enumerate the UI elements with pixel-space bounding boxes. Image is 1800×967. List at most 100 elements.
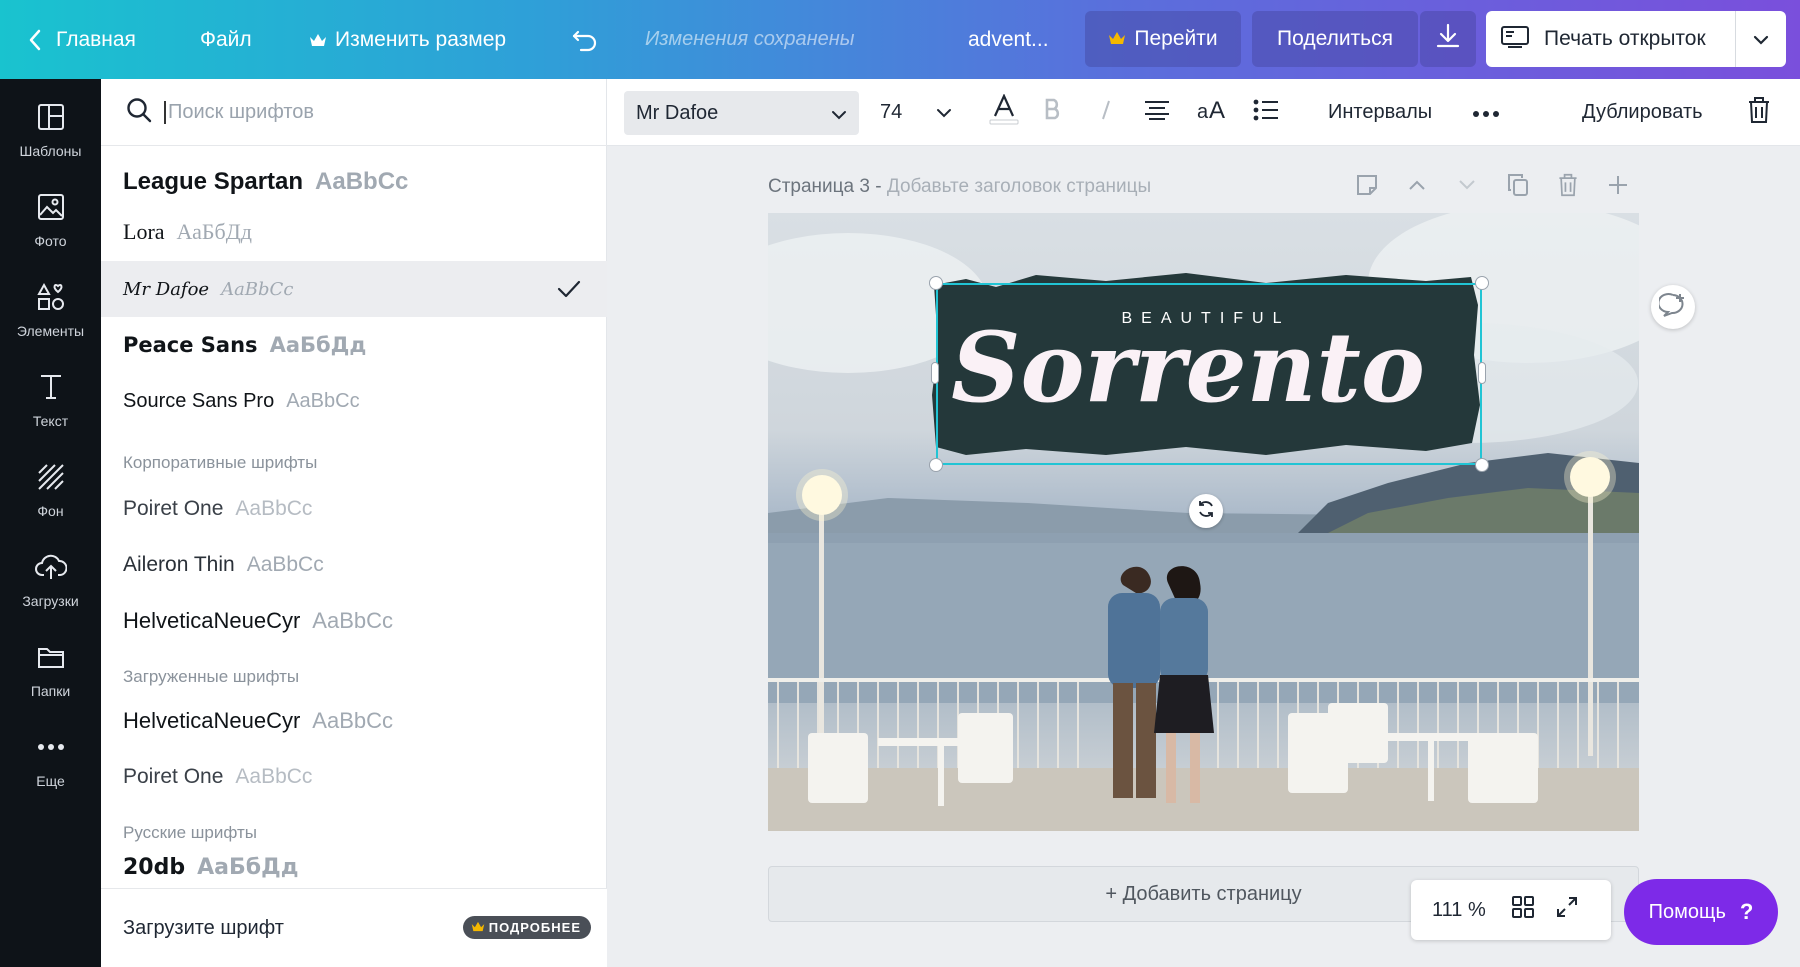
elements-icon: [36, 277, 66, 317]
spacing-button[interactable]: Интервалы: [1328, 79, 1432, 146]
duplicate-button[interactable]: Дублировать: [1582, 79, 1703, 146]
resize-button[interactable]: Изменить размер: [309, 0, 506, 79]
align-button[interactable]: [1144, 79, 1170, 146]
fullscreen-button[interactable]: [1556, 896, 1578, 924]
svg-text:a: a: [1197, 101, 1209, 121]
page-label[interactable]: Страница 3 - Добавьте заголовок страницы: [768, 176, 1151, 198]
font-size-input[interactable]: 74: [880, 79, 902, 146]
upload-font-label: Загрузите шрифт: [123, 916, 284, 939]
resize-handle-top-right[interactable]: [1475, 276, 1489, 290]
zoom-level[interactable]: 111 %: [1432, 899, 1486, 922]
font-item-helveticaneuecyr-uploaded[interactable]: HelveticaNeueCyr AaBbCc: [101, 693, 607, 749]
rotate-handle[interactable]: [1189, 494, 1223, 528]
chevron-up-icon: [1408, 178, 1426, 196]
sidebar-item-text[interactable]: Текст: [0, 349, 101, 439]
more-options-button[interactable]: [1472, 79, 1500, 146]
home-button[interactable]: Главная: [28, 0, 136, 79]
font-family-select[interactable]: Mr Dafoe: [624, 91, 859, 135]
case-button[interactable]: aA: [1197, 79, 1229, 146]
print-options-dropdown[interactable]: [1736, 11, 1786, 67]
sidebar-item-elements[interactable]: Элементы: [0, 259, 101, 349]
crown-icon: [1108, 27, 1126, 51]
grid-view-button[interactable]: [1511, 896, 1534, 924]
sidebar-item-templates[interactable]: Шаблоны: [0, 79, 101, 169]
font-item-peace-sans[interactable]: Peace Sans АаБбДд: [101, 317, 607, 373]
move-page-up-button[interactable]: [1402, 172, 1432, 202]
sidebar-item-background[interactable]: Фон: [0, 439, 101, 529]
add-page-plus-button[interactable]: [1603, 172, 1633, 202]
list-button[interactable]: [1253, 79, 1279, 146]
resize-handle-top-left[interactable]: [929, 276, 943, 290]
print-card-icon: [1500, 24, 1530, 54]
text-color-button[interactable]: [989, 79, 1019, 146]
font-family-value: Mr Dafoe: [636, 101, 719, 124]
sidebar-item-more[interactable]: Еще: [0, 709, 101, 799]
svg-text:A: A: [1209, 97, 1225, 121]
resize-label: Изменить размер: [335, 27, 507, 51]
sidebar-item-label: Папки: [30, 683, 71, 699]
plus-icon: [1608, 175, 1628, 200]
page-number: Страница 3 -: [768, 176, 882, 197]
delete-page-button[interactable]: [1553, 172, 1583, 202]
font-item-source-sans-pro[interactable]: Source Sans Pro AaBbCc: [101, 373, 607, 429]
rotate-icon: [1196, 499, 1216, 524]
text-toolbar: Mr Dafoe 74 aA Интервалы Дублировать: [607, 79, 1800, 146]
font-size-dropdown[interactable]: [936, 79, 952, 146]
help-button[interactable]: Помощь ?: [1624, 879, 1778, 945]
undo-button[interactable]: [571, 0, 599, 79]
document-title[interactable]: advent...: [968, 0, 1049, 79]
file-menu-button[interactable]: Файл: [200, 0, 252, 79]
delete-button[interactable]: [1747, 79, 1771, 146]
font-sample: AaBbCc: [286, 389, 360, 412]
font-name: Lora: [123, 219, 165, 244]
font-sample: АаБбДд: [176, 219, 252, 244]
trash-icon: [1747, 96, 1771, 130]
add-comment-button[interactable]: [1651, 285, 1695, 329]
copy-page-button[interactable]: [1503, 172, 1533, 202]
font-item-poiret-one[interactable]: Poiret One AaBbCc: [101, 481, 607, 537]
resize-handle-right[interactable]: [1478, 362, 1486, 384]
crown-icon: [309, 33, 327, 47]
font-name: Poiret One: [123, 765, 224, 788]
chevron-down-icon: [936, 101, 952, 124]
chevron-left-icon: [28, 29, 42, 51]
italic-icon: [1098, 99, 1114, 127]
share-button[interactable]: Поделиться: [1252, 11, 1418, 67]
chevron-down-icon: [831, 103, 847, 126]
background-icon: [37, 457, 65, 497]
font-item-helveticaneuecyr[interactable]: HelveticaNeueCyr AaBbCc: [101, 593, 607, 649]
upload-font-row[interactable]: Загрузите шрифт ПОДРОБНЕЕ: [101, 888, 607, 967]
resize-handle-bottom-right[interactable]: [1475, 458, 1489, 472]
sidebar-item-uploads[interactable]: Загрузки: [0, 529, 101, 619]
bold-button[interactable]: [1044, 79, 1062, 146]
file-label: Файл: [200, 27, 252, 51]
resize-handle-bottom-left[interactable]: [929, 458, 943, 472]
page-notes-button[interactable]: [1352, 172, 1382, 202]
font-name: Source Sans Pro: [123, 389, 275, 412]
section-title-russian: Русские шрифты: [123, 823, 257, 842]
question-icon: ?: [1739, 899, 1754, 924]
font-item-lora[interactable]: Lora АаБбДд: [101, 204, 607, 260]
sidebar-item-photos[interactable]: Фото: [0, 169, 101, 259]
text-icon: [38, 367, 64, 407]
move-page-down-button[interactable]: [1452, 172, 1482, 202]
sidebar-item-folders[interactable]: Папки: [0, 619, 101, 709]
align-center-icon: [1144, 100, 1170, 126]
italic-button[interactable]: [1098, 79, 1114, 146]
photo-icon: [37, 187, 65, 227]
font-item-aileron-thin[interactable]: Aileron Thin AaBbCc: [101, 537, 607, 593]
font-item-20db[interactable]: 20db АаБбДд: [101, 847, 607, 887]
sidebar-item-label: Шаблоны: [19, 143, 82, 159]
print-cards-button[interactable]: Печать открыток: [1486, 11, 1786, 67]
font-search-input[interactable]: [164, 100, 564, 124]
font-item-league-spartan[interactable]: League Spartan AaBbCc: [101, 154, 607, 210]
download-button[interactable]: [1420, 11, 1476, 67]
font-item-poiret-one-uploaded[interactable]: Poiret One AaBbCc: [101, 749, 607, 805]
more-info-badge[interactable]: ПОДРОБНЕЕ: [462, 916, 591, 939]
upgrade-button[interactable]: Перейти: [1085, 11, 1241, 67]
section-title-corporate: Корпоративные шрифты: [123, 453, 318, 472]
font-item-mr-dafoe[interactable]: Mr Dafoe AaBbCc: [101, 261, 607, 317]
font-size-value: 74: [880, 101, 903, 123]
search-icon: [126, 97, 152, 128]
resize-handle-left[interactable]: [931, 362, 939, 384]
